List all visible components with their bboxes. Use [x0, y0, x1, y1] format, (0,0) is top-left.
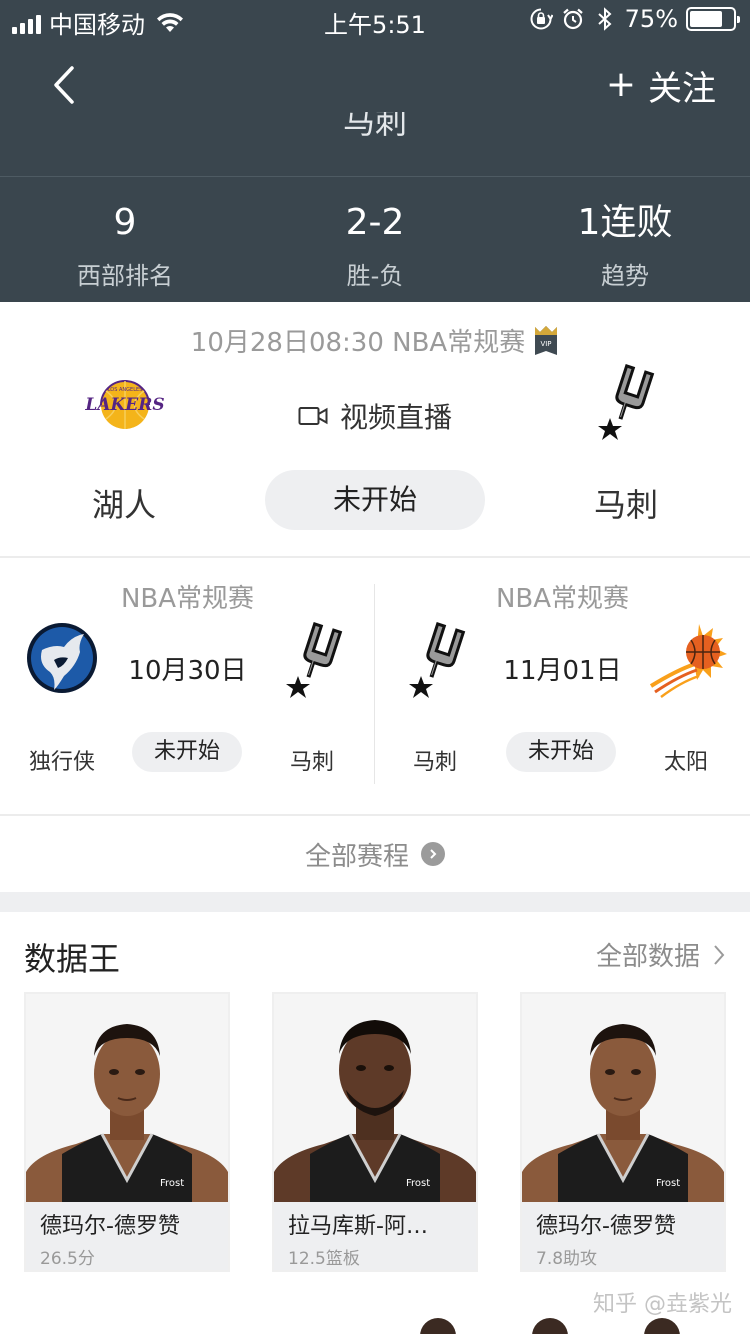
- team-stats: 9 西部排名 2-2 胜-负 1连败 趋势: [0, 200, 750, 291]
- schedule-home-team: 马刺: [412, 750, 457, 775]
- player-stat: 26.5分: [40, 1249, 95, 1269]
- chevron-right-icon: [714, 944, 725, 965]
- next-row-peek: [420, 1318, 680, 1334]
- vip-crown-icon: VIP: [535, 325, 558, 355]
- spurs-logo: [286, 622, 343, 698]
- plus-icon: +: [605, 64, 636, 105]
- player-photo-peek: [644, 1318, 680, 1334]
- player-name: 德玛尔-德罗赞: [536, 1214, 676, 1239]
- player-info: 拉马库斯-阿… 12.5篮板: [274, 1202, 476, 1270]
- next-game-card[interactable]: 10月28日08:30 NBA常规赛 VIP LAKERS LOS ANGELE…: [0, 302, 750, 556]
- player-name: 德玛尔-德罗赞: [40, 1214, 180, 1239]
- schedule-home-team: 独行侠: [28, 750, 95, 775]
- player-stat: 12.5篮板: [288, 1249, 360, 1269]
- stat-streak: 1连败 趋势: [500, 200, 750, 291]
- stat-label: 西部排名: [77, 262, 173, 290]
- bluetooth-icon: [597, 7, 612, 31]
- svg-text:LOS ANGELES: LOS ANGELES: [108, 387, 143, 393]
- svg-text:Frost: Frost: [406, 1178, 430, 1189]
- player-card[interactable]: Frost 德玛尔-德罗赞 26.5分: [24, 992, 230, 1272]
- stat-value: 1连败: [577, 202, 673, 243]
- away-team-name: 马刺: [593, 486, 658, 524]
- home-team-name: 湖人: [91, 486, 156, 524]
- team-header: 中国移动 上午5:51 75% + 关注 马刺 9 西部排名 2-2 胜-负 1…: [0, 0, 750, 302]
- stat-label: 胜-负: [346, 262, 404, 290]
- svg-text:LAKERS: LAKERS: [84, 395, 164, 415]
- schedule-game-card[interactable]: NBA常规赛 10月30日 独行侠 未开始 马刺: [0, 558, 375, 814]
- stat-value: 2-2: [345, 202, 405, 243]
- game-info: 10月28日08:30 NBA常规赛 VIP: [0, 322, 750, 359]
- player-info: 德玛尔-德罗赞 7.8助攻: [522, 1202, 724, 1270]
- data-leaders-section: 数据王 全部数据 Frost 德玛尔-德罗赞 26.5分 Frost 拉马库斯-…: [0, 912, 750, 1334]
- section-gap: [0, 892, 750, 912]
- schedule-league: NBA常规赛: [120, 584, 255, 614]
- alarm-icon: [562, 8, 583, 30]
- rotation-lock-icon: [530, 8, 553, 30]
- section-title: 数据王: [24, 940, 121, 978]
- video-live-button[interactable]: 视频直播: [298, 396, 452, 436]
- stat-label: 趋势: [601, 262, 649, 290]
- all-data-label: 全部数据: [595, 942, 700, 972]
- schedule-league: NBA常规赛: [495, 584, 630, 614]
- team-title: 马刺: [342, 112, 407, 141]
- player-info: 德玛尔-德罗赞 26.5分: [26, 1202, 228, 1270]
- stat-record: 2-2 胜-负: [250, 200, 500, 291]
- upcoming-schedule: NBA常规赛 10月30日 独行侠 未开始 马刺 NBA常规赛 11月01日 马…: [0, 558, 750, 814]
- chevron-right-circle-icon: [421, 842, 445, 866]
- game-status-badge: 未开始: [265, 470, 485, 530]
- player-photo: Frost: [274, 994, 476, 1202]
- schedule-status-badge: 未开始: [132, 732, 242, 772]
- battery-percent: 75%: [624, 5, 678, 33]
- player-name: 拉马库斯-阿…: [288, 1214, 428, 1239]
- player-photo: Frost: [522, 994, 724, 1202]
- back-button[interactable]: [44, 60, 84, 110]
- status-bar: 中国移动 上午5:51 75%: [0, 0, 750, 40]
- player-photo-peek: [420, 1318, 456, 1334]
- video-camera-icon: [298, 407, 328, 425]
- svg-text:Frost: Frost: [656, 1178, 680, 1189]
- player-photo-peek: [532, 1318, 568, 1334]
- battery-icon: [686, 7, 740, 31]
- game-time-league: 10月28日08:30 NBA常规赛: [190, 328, 526, 358]
- lakers-logo: LAKERS LOS ANGELES: [84, 380, 165, 429]
- video-live-label: 视频直播: [340, 401, 453, 434]
- follow-button[interactable]: + 关注: [605, 62, 716, 109]
- suns-logo: [649, 624, 727, 699]
- watermark: 知乎 @垚紫光: [593, 1292, 732, 1317]
- all-schedule-label: 全部赛程: [304, 841, 409, 872]
- header-divider: [0, 176, 750, 177]
- svg-text:Frost: Frost: [160, 1178, 184, 1189]
- player-card[interactable]: Frost 德玛尔-德罗赞 7.8助攻: [520, 992, 726, 1272]
- player-photo: Frost: [26, 994, 228, 1202]
- schedule-game-card[interactable]: NBA常规赛 11月01日 马刺 未开始 太阳: [375, 558, 750, 814]
- player-card[interactable]: Frost 拉马库斯-阿… 12.5篮板: [272, 992, 478, 1272]
- all-schedule-link[interactable]: 全部赛程: [0, 816, 750, 892]
- svg-text:VIP: VIP: [541, 340, 552, 348]
- schedule-away-team: 马刺: [289, 750, 334, 775]
- stat-ranking: 9 西部排名: [0, 200, 250, 291]
- chevron-left-icon: [54, 66, 74, 104]
- player-stat: 7.8助攻: [536, 1249, 598, 1269]
- spurs-logo: [598, 364, 655, 440]
- follow-label: 关注: [648, 68, 716, 109]
- schedule-status-badge: 未开始: [506, 732, 616, 772]
- all-data-link[interactable]: 全部数据: [596, 936, 726, 973]
- stat-value: 9: [113, 202, 137, 243]
- schedule-away-team: 太阳: [663, 750, 708, 775]
